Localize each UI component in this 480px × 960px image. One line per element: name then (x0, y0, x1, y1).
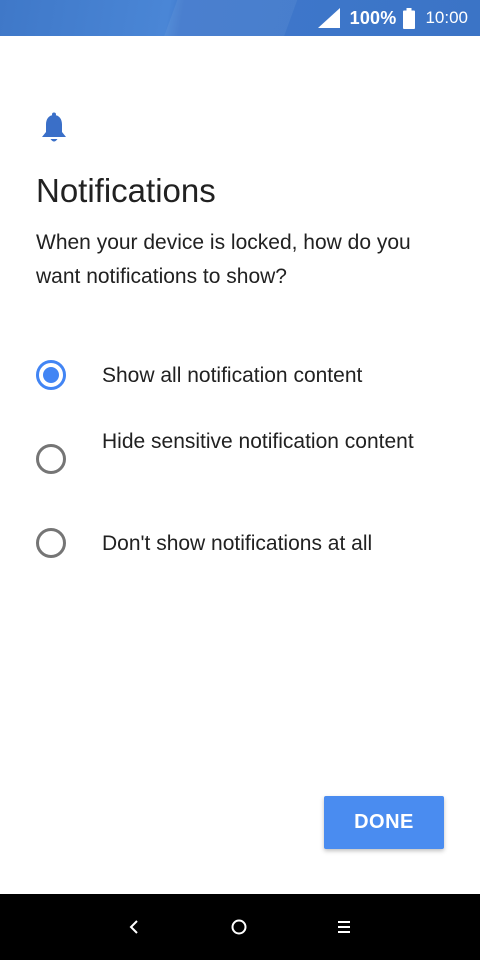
status-time: 10:00 (425, 8, 468, 27)
radio-button[interactable] (36, 444, 66, 474)
page-title: Notifications (36, 172, 216, 209)
back-button[interactable] (118, 911, 150, 943)
option-dont-show[interactable]: Don't show notifications at all (0, 524, 480, 564)
setup-screen: 100% 10:00 Notifications When your devic… (0, 0, 480, 960)
battery-percent: 100% (349, 7, 397, 28)
done-button[interactable]: DONE (324, 796, 444, 849)
radio-button-selected[interactable] (36, 360, 66, 390)
radio-button[interactable] (36, 528, 66, 558)
option-label: Don't show notifications at all (102, 532, 373, 555)
option-hide-sensitive[interactable]: Hide sensitive notification content (0, 424, 480, 496)
option-label: Hide sensitive notification content (102, 430, 414, 453)
home-icon (231, 919, 247, 935)
status-bar: 100% 10:00 (0, 0, 480, 36)
signal-icon (317, 8, 340, 28)
option-show-all[interactable]: Show all notification content (0, 356, 480, 396)
option-label: Show all notification content (102, 364, 363, 387)
battery-icon (403, 7, 416, 29)
back-icon (129, 920, 138, 934)
bell-icon (42, 112, 66, 142)
home-button[interactable] (223, 911, 255, 943)
page-description: When your device is locked, how do you w… (36, 231, 411, 288)
menu-button[interactable] (328, 911, 360, 943)
menu-icon (338, 921, 350, 933)
navigation-bar (0, 894, 480, 960)
